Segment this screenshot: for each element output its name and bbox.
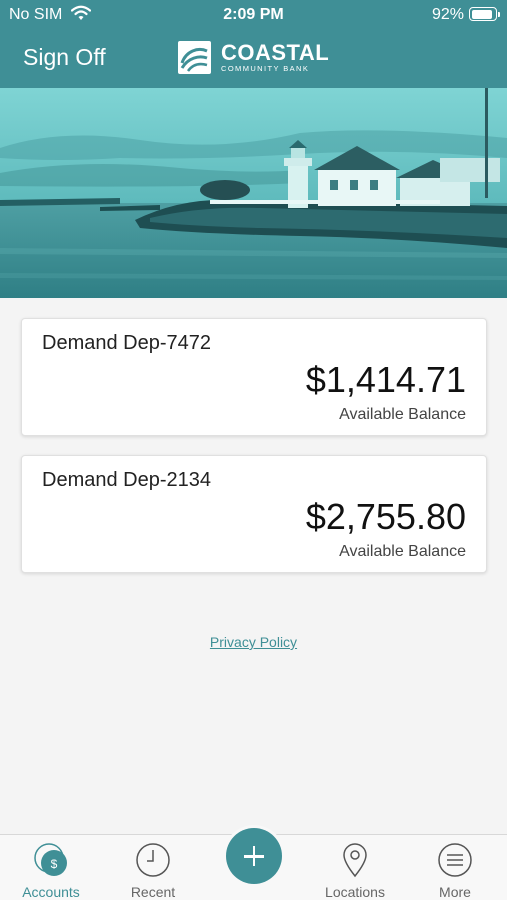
status-bar: No SIM 2:09 PM 92% [0,0,507,30]
bank-logo: COASTAL COMMUNITY BANK [178,40,329,74]
tab-label: More [439,884,471,900]
account-card[interactable]: Demand Dep-7472 $1,414.71 Available Bala… [21,318,487,436]
logo-wave-icon [178,40,211,74]
tab-label: Locations [325,884,385,900]
header: Sign Off COASTAL COMMUNITY BANK [0,30,507,88]
account-card[interactable]: Demand Dep-2134 $2,755.80 Available Bala… [21,455,487,573]
tab-bar: $ Accounts Recent Locations More [0,825,507,900]
account-name: Demand Dep-2134 [42,469,211,491]
svg-text:$: $ [51,857,58,871]
logo-subtitle: COMMUNITY BANK [221,63,310,73]
logo-name: COASTAL [221,39,330,65]
account-name: Demand Dep-7472 [42,332,211,354]
tab-label: Accounts [22,884,80,900]
tab-recent[interactable]: Recent [103,835,203,900]
battery-percent: 92% [431,6,464,23]
tab-label: Recent [130,884,176,900]
clock-time: 2:09 PM [223,6,284,23]
tab-more[interactable]: More [405,835,505,900]
sign-off-button[interactable]: Sign Off [23,44,106,71]
battery-icon [469,7,500,21]
menu-icon [438,843,472,877]
balance-label: Available Balance [339,406,466,423]
hero-lighthouse-image [0,88,507,298]
clock-icon [136,843,170,877]
privacy-policy-link[interactable]: Privacy Policy [0,634,507,650]
add-button[interactable] [226,828,282,884]
account-balance: $2,755.80 [305,496,466,537]
balance-label: Available Balance [339,543,466,560]
account-balance: $1,414.71 [305,359,466,400]
tab-accounts[interactable]: $ Accounts [1,835,101,900]
location-pin-icon [343,843,367,878]
accounts-icon: $ [34,843,67,876]
tab-locations[interactable]: Locations [305,835,405,900]
